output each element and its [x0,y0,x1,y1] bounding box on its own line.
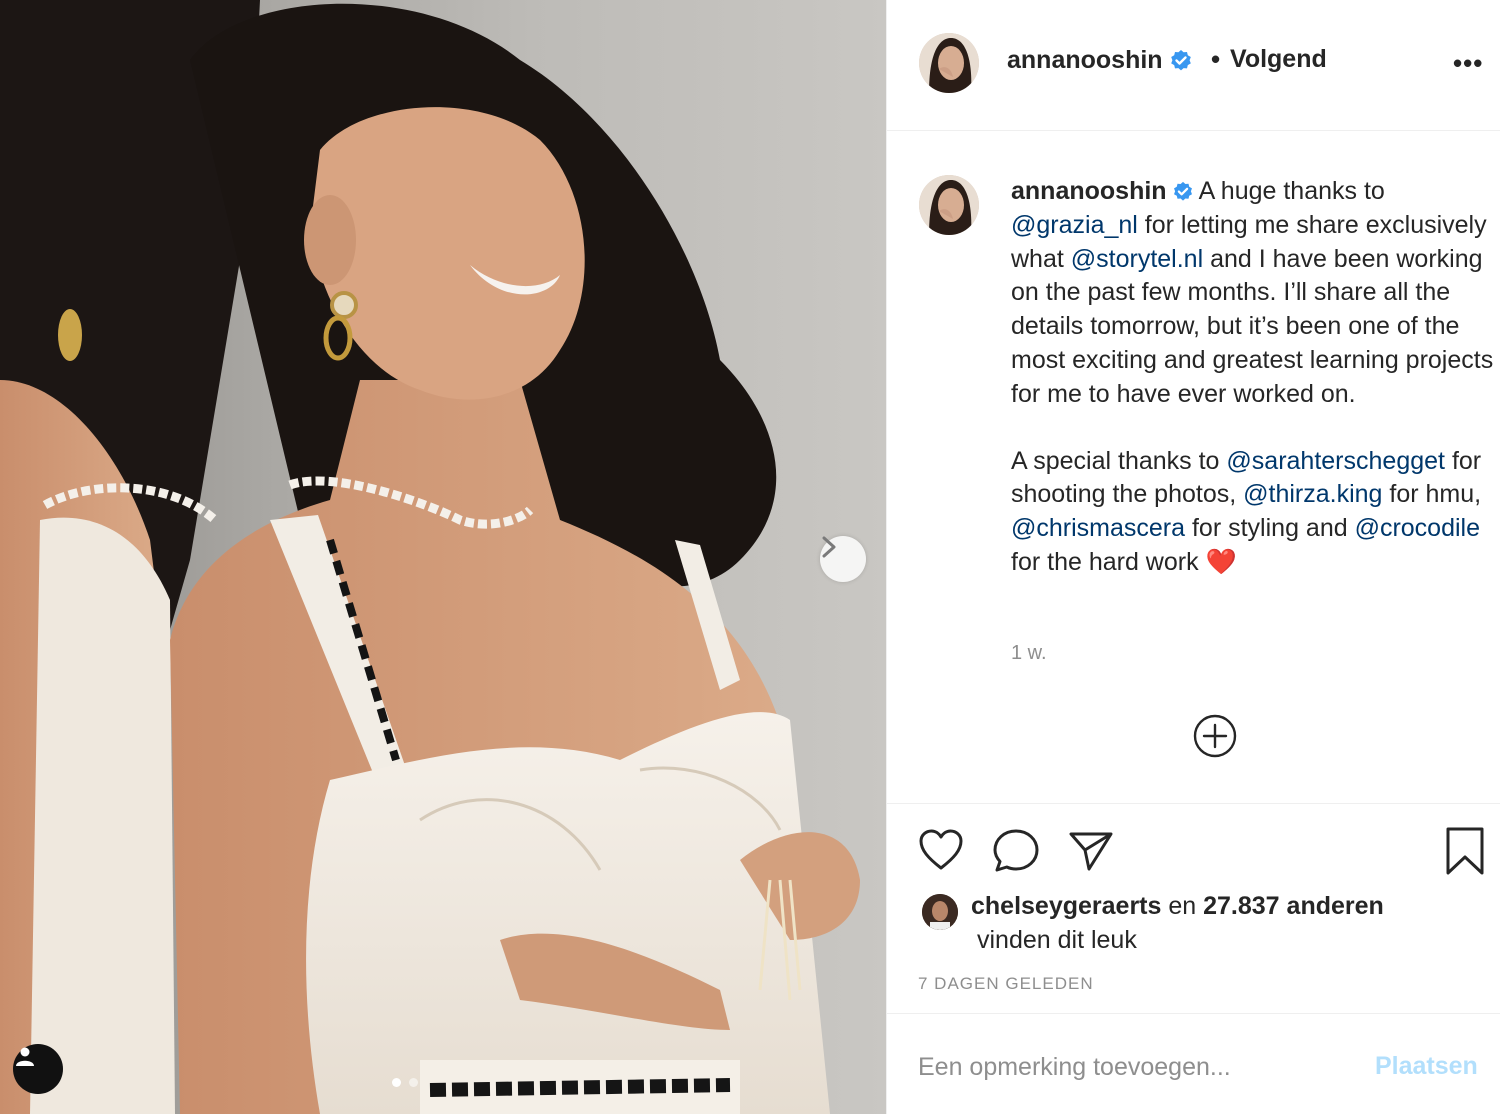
user-tag-icon [16,1047,34,1066]
mention-chrismascera[interactable]: @chrismascera [1011,514,1185,542]
avatar-image [919,175,979,235]
next-photo-button[interactable] [820,536,866,582]
likes-connector: en [1168,892,1197,920]
post-comment-button[interactable]: Plaatsen [1375,1052,1478,1081]
mention-sarahterschegget[interactable]: @sarahterschegget [1226,447,1445,475]
separator-dot: • [1211,44,1221,74]
verified-badge-icon [1170,50,1191,71]
mention-crocodile[interactable]: @crocodile [1355,514,1480,542]
mention-thirza-king[interactable]: @thirza.king [1243,480,1382,508]
share-icon[interactable] [1068,830,1114,872]
carousel-indicator [392,1078,418,1087]
user-tags-button[interactable] [13,1044,63,1094]
carousel-dot [409,1078,418,1087]
caption-text: for styling and [1191,514,1348,543]
comment-icon[interactable] [992,828,1040,874]
caption-text: for the hard work [1011,547,1199,576]
load-more-comments-button[interactable] [1193,714,1237,763]
post-date[interactable]: 7 DAGEN GELEDEN [918,974,1094,994]
comment-input[interactable] [918,1050,1338,1084]
liker-username[interactable]: chelseygeraerts [971,892,1161,920]
add-circle-icon [1193,714,1237,758]
verified-badge-icon [1173,182,1192,202]
avatar[interactable] [919,33,979,93]
avatar-image [919,33,979,93]
caption-text: for hmu, [1389,480,1482,509]
caption-paragraph-2: A special thanks to @sarahterschegget fo… [1011,445,1495,580]
following-button[interactable]: Volgend [1230,45,1327,74]
heart-icon[interactable] [918,828,964,872]
caption-username[interactable]: annanooshin [1011,177,1167,205]
photo-illustration [0,0,860,1114]
caption-paragraph-1: annanooshin A huge thanks to @grazia_nl … [1011,175,1495,412]
post-actions: chelseygeraerts en 27.837 anderen vinden… [887,803,1500,1014]
username-text[interactable]: annanooshin [1007,46,1163,74]
likes-count[interactable]: 27.837 anderen [1203,892,1384,920]
avatar-image [922,894,958,930]
post-side-panel: annanooshin • Volgend ••• annanooshin A … [886,0,1500,1114]
heart-emoji: ❤️ [1205,547,1237,576]
mention-storytel[interactable]: @storytel.nl [1071,245,1203,273]
carousel-dot-active [392,1078,401,1087]
post-header: annanooshin • Volgend ••• [887,0,1500,131]
likes-summary: chelseygeraerts en 27.837 anderen [971,892,1384,921]
caption-text: A huge thanks to [1198,177,1385,205]
comment-bar: Plaatsen [887,1013,1500,1115]
post-caption: annanooshin A huge thanks to @grazia_nl … [1011,175,1495,580]
caption-text: A special thanks to [1011,446,1220,475]
caption-avatar[interactable] [919,175,979,235]
post-author-username[interactable]: annanooshin [1007,46,1193,75]
likes-suffix: vinden dit leuk [977,926,1137,954]
bookmark-icon[interactable] [1443,826,1487,876]
post-photo[interactable] [0,0,886,1114]
chevron-right-icon [822,536,836,558]
more-options-button[interactable]: ••• [1453,48,1483,79]
liker-avatar[interactable] [922,894,958,930]
caption-timestamp[interactable]: 1 w. [1011,642,1047,665]
mention-grazia[interactable]: @grazia_nl [1011,211,1138,239]
